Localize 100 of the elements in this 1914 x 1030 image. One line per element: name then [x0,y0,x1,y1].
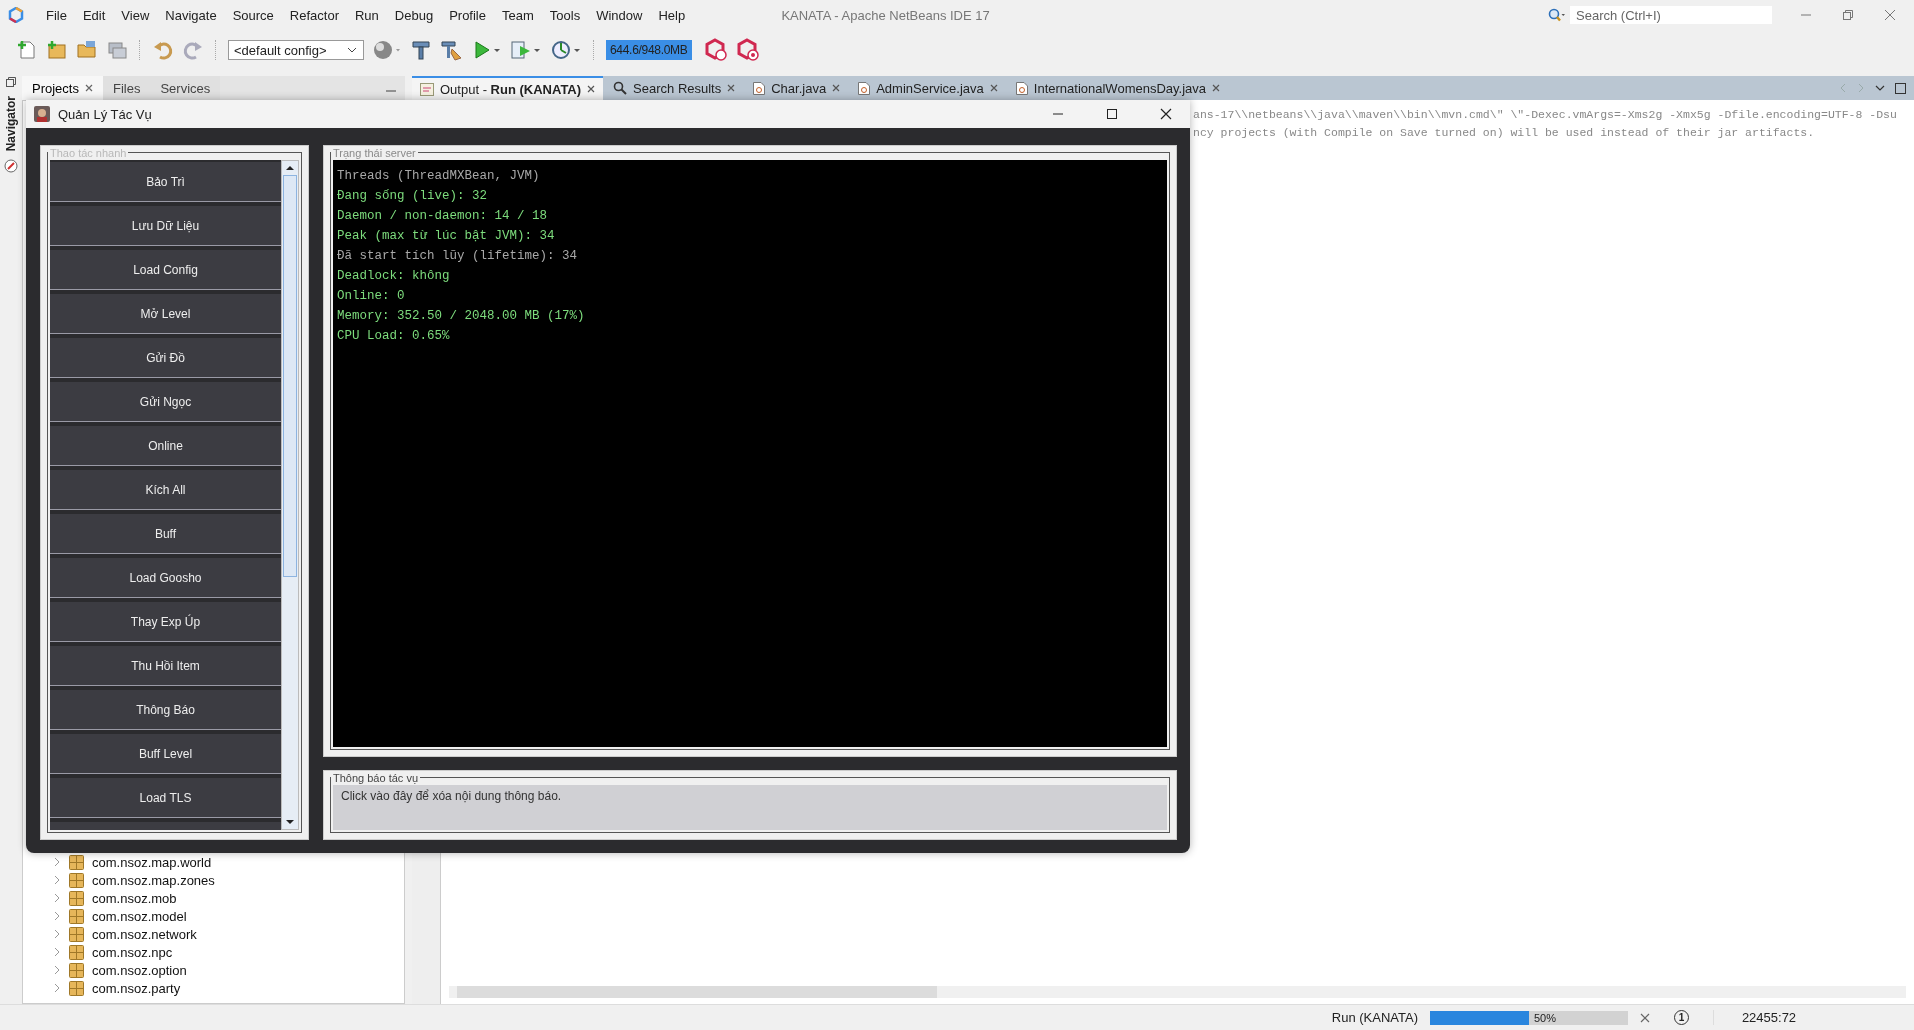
console-line: Threads (ThreadMXBean, JVM) [337,168,541,185]
chevron-icon[interactable] [53,875,61,885]
maximize-icon[interactable] [1895,82,1906,94]
search-icon [613,81,628,95]
config-dropdown[interactable]: <default config> [228,40,364,60]
panel-tab[interactable]: Files [102,76,151,100]
java-file-icon [1015,81,1028,95]
action-button[interactable]: Gửi Ngọc [50,382,281,422]
close-icon[interactable] [1160,108,1172,120]
editor-tab[interactable]: Search Results [605,76,744,100]
action-button[interactable]: Gửi Đồ [50,338,281,378]
undo-icon[interactable] [152,39,174,61]
open-folder-icon[interactable] [76,39,98,61]
menu-item[interactable]: View [113,7,158,23]
menu-item[interactable]: Source [224,7,282,23]
snapshot-icon[interactable] [735,38,760,62]
menu-item[interactable]: Navigate [157,7,225,23]
task-label: Run (KANATA) [1331,1010,1418,1025]
action-button[interactable]: Kích All [50,470,281,510]
chevron-icon[interactable] [53,983,61,993]
action-button[interactable]: Thu Hồi Item [50,646,281,686]
run-icon[interactable] [472,39,502,61]
search-icon [1548,8,1566,22]
package-icon [69,980,84,996]
chevron-down-icon[interactable] [1875,84,1885,92]
navigator-tab[interactable]: Navigator [4,96,18,152]
menu-item[interactable]: Edit [74,7,114,23]
console-line: Online: 0 [337,288,406,305]
action-button[interactable]: Load TLS [50,778,281,818]
package-icon [69,854,84,870]
chevron-icon[interactable] [53,893,61,903]
new-file-icon[interactable] [16,39,38,61]
window-title: KANATA - Apache NetBeans IDE 17 [780,7,991,23]
clean-build-icon[interactable] [440,39,464,61]
editor-tab[interactable]: InternationalWomensDay.java [1007,76,1229,100]
tree-item[interactable]: com.nsoz.network [92,926,197,942]
menu-item[interactable]: Window [588,7,651,23]
console-line: Daemon / non-daemon: 14 / 18 [337,208,549,225]
tree-item[interactable]: com.nsoz.map.zones [92,872,215,888]
menu-item[interactable]: Run [346,7,387,23]
menu-item[interactable]: Tools [541,7,589,23]
chevron-icon[interactable] [53,929,61,939]
new-project-icon[interactable] [46,39,68,61]
output-icon [420,82,434,96]
vertical-scrollbar[interactable] [281,160,299,830]
globe-icon[interactable] [372,39,402,61]
action-button[interactable]: Buff Level [50,734,281,774]
profile-icon[interactable] [550,39,582,61]
action-button[interactable]: Buff [50,514,281,554]
restore-window-icon[interactable] [5,76,17,88]
output-line: ans-17\\netbeans\\java\\maven\\bin\\mvn.cmd\" \"-Dexec.vmArgs=-Xms2g -Xmx5g -Dfile.encoding=UTF-8 -Dsu [1193,107,1897,123]
group-title: Trạng thái server [331,147,418,159]
action-button[interactable]: Bảo Trì [50,162,281,202]
action-button[interactable]: Lưu Dữ Liệu [50,206,281,246]
tree-item[interactable]: com.nsoz.party [92,980,181,996]
maximize-icon[interactable] [1106,108,1118,120]
panel-tab[interactable]: Projects [22,76,103,100]
tree-item[interactable]: com.nsoz.npc [92,944,173,960]
close-icon[interactable] [587,85,596,93]
output-line: ncy projects (with Compile on Save turned on) will be used instead of their jar artifacts. [1193,125,1815,141]
action-button[interactable]: Thay Exp Úp [50,602,281,642]
debug-icon[interactable] [510,39,542,61]
action-button[interactable]: Load Goosho [50,558,281,598]
hammer-icon[interactable] [410,39,432,61]
panel-tab[interactable]: Services [150,76,221,100]
redo-icon[interactable] [182,39,204,61]
menu-item[interactable]: Team [494,7,542,23]
package-icon [69,926,84,942]
editor-tab[interactable]: Char.java [745,76,849,100]
editor-tab[interactable]: AdminService.java [850,76,1006,100]
chevron-icon[interactable] [53,965,61,975]
gc-icon[interactable] [703,38,728,62]
console-line: CPU Load: 0.65% [337,328,451,345]
chevron-icon[interactable] [53,947,61,957]
close-project-icon[interactable] [106,39,128,61]
tree-item[interactable]: com.nsoz.mob [92,890,177,906]
action-button[interactable]: Mở Level [50,294,281,334]
console-line: Deadlock: không [337,268,451,285]
chevron-icon[interactable] [53,857,61,867]
chevron-down-icon [347,47,357,53]
restore-icon[interactable] [1842,9,1854,21]
editor-tab[interactable]: Output - Run (KANATA) [412,76,604,100]
memory-indicator[interactable]: 644.6/948.0MB [606,40,692,60]
menu-item[interactable]: Profile [441,7,494,23]
menu-item[interactable]: Debug [386,7,442,23]
notification-message[interactable]: Click vào đây để xóa nội dung thông báo. [333,785,1167,830]
action-button[interactable]: Load Config [50,250,281,290]
menu-item[interactable]: Refactor [281,7,347,23]
progress-value: 50% [1534,1010,1557,1025]
tree-item[interactable]: com.nsoz.map.world [92,854,212,870]
tree-item[interactable]: com.nsoz.option [92,962,187,978]
chevron-icon[interactable] [53,911,61,921]
horizontal-scrollbar[interactable] [449,986,1906,998]
app-icon [34,106,50,122]
tree-item[interactable]: com.nsoz.model [92,908,187,924]
action-button[interactable]: Online [50,426,281,466]
menu-item[interactable]: File [38,7,75,23]
group-title: Thông báo tác vụ [331,772,420,784]
action-button[interactable]: Thông Báo [50,690,281,730]
menu-item[interactable]: Help [650,7,694,23]
